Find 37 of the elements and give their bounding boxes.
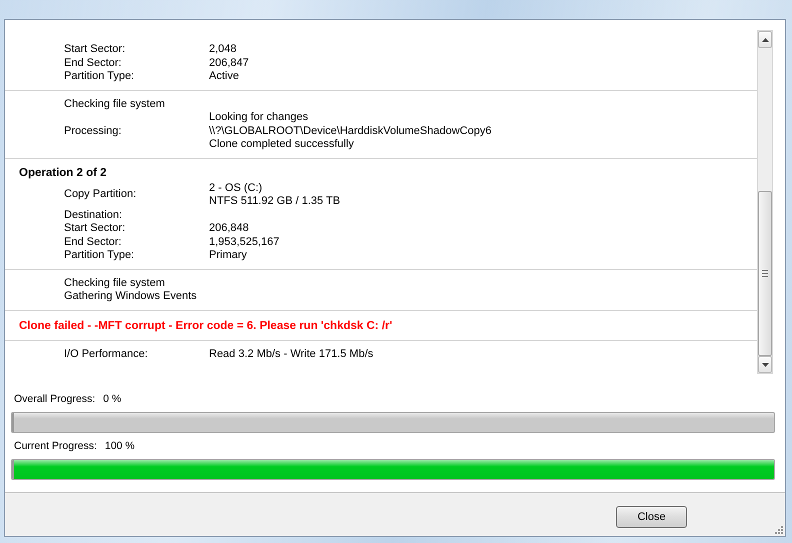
log-value: Active — [209, 70, 239, 84]
log-value: 2,048 — [209, 43, 237, 56]
log-label: I/O Performance: — [64, 348, 149, 361]
log-label: Gathering Windows Events — [64, 290, 198, 304]
log-label: Destination: — [64, 208, 124, 222]
progress-value: 100 % — [104, 439, 135, 453]
log-label: Partition Type: — [64, 70, 136, 84]
log-value: 206,848 — [209, 222, 249, 236]
log-value: Clone completed successfully — [209, 138, 354, 152]
log-value: \\?\GLOBALROOT\Device\HarddiskVolumeShadowCopy6 — [209, 124, 492, 138]
log-label: Start Sector: — [64, 43, 126, 56]
progress-value: 0 % — [103, 392, 122, 406]
scrollbar[interactable] — [757, 30, 773, 374]
log-label: End Sector: — [64, 236, 122, 249]
log-label: Checking file system — [64, 276, 166, 290]
log-value: 2 - OS (C:) — [209, 182, 262, 195]
resize-grip-icon[interactable] — [774, 525, 783, 534]
log-label: Start Sector: — [64, 222, 126, 236]
scroll-up-icon[interactable] — [758, 31, 772, 48]
log-value: Primary — [209, 249, 247, 262]
progress-label: Overall Progress: — [14, 392, 96, 406]
log-label: Partition Type: — [64, 249, 136, 262]
log-label: End Sector: — [64, 56, 122, 70]
error-message: Clone failed - -MFT corrupt - Error code = 6. Please run 'chkdsk C: /r' — [18, 318, 394, 334]
section-heading: Operation 2 of 2 — [18, 166, 108, 180]
log-label: Copy Partition: — [64, 188, 138, 202]
log-value: 206,847 — [209, 56, 249, 70]
log-value: 1,953,525,167 — [209, 236, 280, 249]
log-label: Checking file system — [64, 98, 166, 111]
close-button[interactable]: Close — [616, 506, 687, 528]
scroll-thumb[interactable] — [758, 191, 772, 356]
progress-label: Current Progress: — [14, 439, 97, 453]
log-value: NTFS 511.92 GB / 1.35 TB — [209, 195, 340, 208]
log-value: Looking for changes — [209, 111, 308, 124]
log-label: Processing: — [64, 124, 122, 138]
log-value: Read 3.2 Mb/s - Write 171.5 Mb/s — [209, 348, 374, 361]
scroll-down-icon[interactable] — [758, 356, 772, 373]
